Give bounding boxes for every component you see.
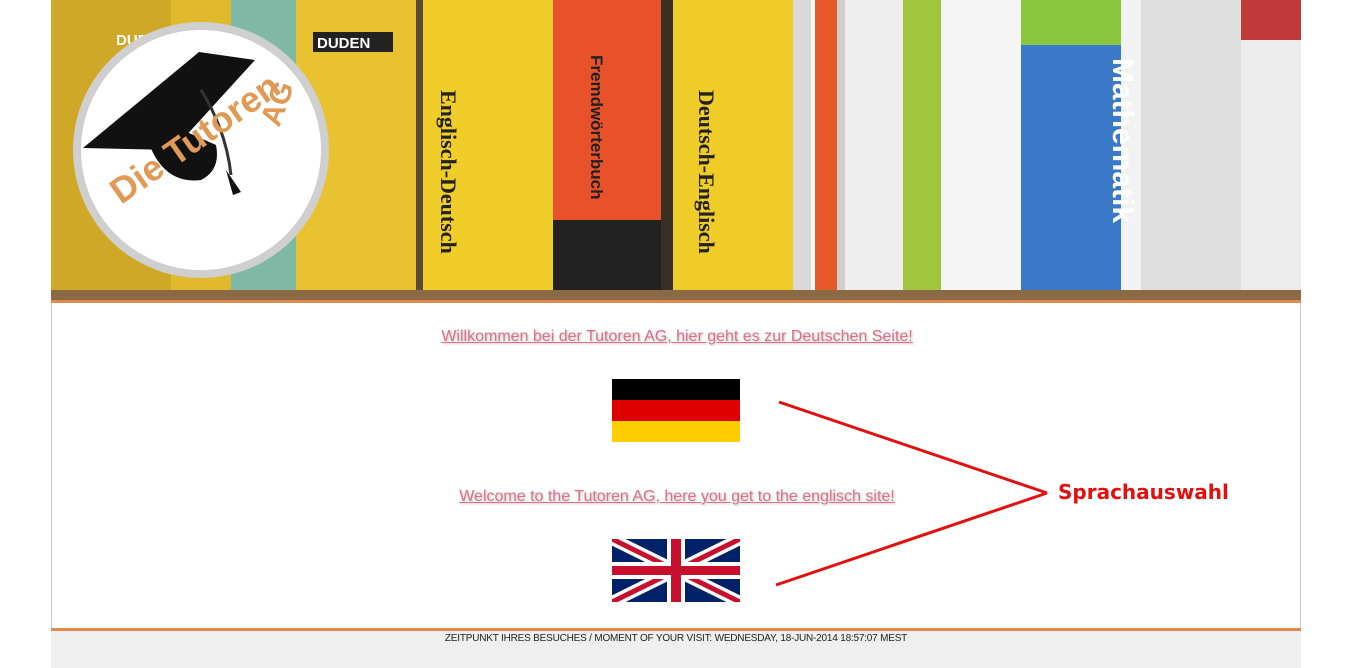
footer: ZEITPUNKT IHRES BESUCHES / MOMENT OF YOU… — [51, 631, 1301, 668]
svg-text:Mathematik: Mathematik — [1106, 58, 1139, 223]
language-selection-label: Sprachauswahl — [1058, 480, 1229, 504]
annotation-arrows — [775, 400, 1048, 587]
svg-text:Englisch-Deutsch: Englisch-Deutsch — [436, 90, 461, 254]
page: DUDEN DUDEN Englisch-Deutsch Deutsch-Eng… — [51, 0, 1301, 668]
language-selection-panel: Willkommen bei der Tutoren AG, hier geht… — [51, 303, 1301, 628]
bookshelf-image: DUDEN DUDEN Englisch-Deutsch Deutsch-Eng… — [51, 0, 1301, 300]
visit-timestamp: ZEITPUNKT IHRES BESUCHES / MOMENT OF YOU… — [444, 633, 908, 644]
svg-text:Fremdwörterbuch: Fremdwörterbuch — [587, 55, 606, 200]
header-banner: DUDEN DUDEN Englisch-Deutsch Deutsch-Eng… — [51, 0, 1301, 300]
svg-text:Deutsch-Englisch: Deutsch-Englisch — [694, 90, 719, 254]
svg-text:DUDEN: DUDEN — [317, 35, 370, 52]
